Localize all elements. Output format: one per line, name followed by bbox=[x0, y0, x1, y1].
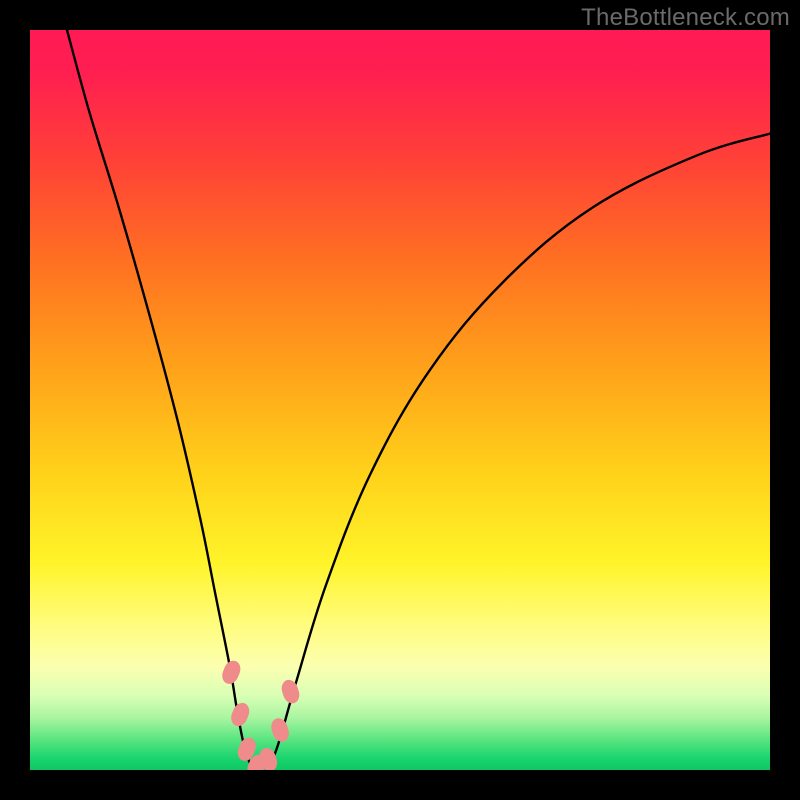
marker bbox=[269, 716, 292, 744]
outer-frame: TheBottleneck.com bbox=[0, 0, 800, 800]
marker bbox=[279, 678, 302, 706]
curve-layer bbox=[30, 30, 770, 770]
watermark-text: TheBottleneck.com bbox=[581, 4, 790, 32]
plot-area bbox=[30, 30, 770, 770]
highlight-markers bbox=[219, 658, 301, 770]
marker bbox=[228, 700, 252, 728]
marker bbox=[219, 658, 243, 686]
bottleneck-curve bbox=[67, 30, 770, 768]
